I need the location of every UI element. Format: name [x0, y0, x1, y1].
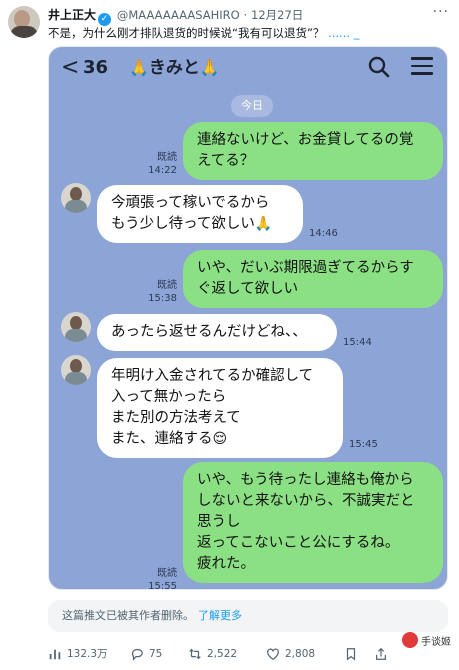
- more-horizontal-icon[interactable]: ···: [433, 4, 449, 20]
- search-icon: [368, 56, 390, 78]
- like-count: 2,808: [285, 648, 316, 660]
- share-icon: [376, 647, 386, 660]
- tweet-actions: 132.3万 75 2,522 2,808: [48, 644, 458, 664]
- deleted-text: 这篇推文已被其作者删除。: [62, 609, 194, 622]
- bookmark-icon: [346, 648, 356, 661]
- message-bubble-sent: いや、もう待ったし連絡も俺から しないと来ないから、不誠実だと 思うし 返ってこ…: [183, 462, 443, 583]
- message-time: 15:45: [349, 439, 378, 450]
- message-time: 15:55: [148, 581, 177, 590]
- back-chevron-icon: <: [61, 55, 80, 80]
- friend-avatar: [61, 312, 91, 342]
- retweet-count: 2,522: [207, 648, 238, 660]
- reply-icon: [131, 649, 143, 661]
- pray-emoji-icon: 🙏: [254, 216, 273, 232]
- chat-title: 🙏きみと🙏: [129, 55, 220, 81]
- bookmark-button[interactable]: [344, 644, 358, 664]
- message-bubble-sent: いや、だいぶ期限過ぎてるからす ぐ返して欲しい: [183, 250, 443, 308]
- learn-more-link[interactable]: 了解更多: [198, 609, 242, 622]
- avatar-body: [10, 26, 38, 38]
- read-status: 既読: [157, 568, 177, 579]
- author-name[interactable]: 井上正大: [48, 8, 96, 22]
- line-header-bar: < 36 🙏きみと🙏: [49, 47, 447, 89]
- message-time: 14:22: [148, 165, 177, 176]
- attached-image-line-chat[interactable]: < 36 🙏きみと🙏 今日 既読 14:22 連絡ないけど、お金貸してるの覚 え…: [48, 46, 448, 590]
- message-meta: 既読 15:38: [137, 279, 177, 305]
- friend-avatar: [61, 183, 91, 213]
- message-bubble-received: 年明け入金されてるか確認して 入って無かったら また別の方法考えて また、連絡す…: [97, 358, 343, 458]
- message-bubble-sent: 連絡ないけど、お金貸してるの覚 えてる？: [183, 122, 443, 180]
- message-time: 14:46: [309, 228, 338, 239]
- pray-emoji-icon: 🙏: [129, 58, 149, 77]
- tweet-date[interactable]: 12月27日: [251, 8, 303, 22]
- read-status: 既読: [157, 280, 177, 291]
- message-bubble-received: あったら返せるんだけどね、、: [97, 314, 337, 351]
- chat-title-text: きみと: [148, 58, 200, 78]
- tweet-header: 井上正大 ✓ @MAAAAAAASAHIRO · 12月27日: [48, 6, 449, 26]
- reply-count: 75: [149, 648, 163, 660]
- views-count: 132.3万: [67, 648, 108, 660]
- share-button[interactable]: [374, 644, 388, 664]
- pray-emoji-icon: 🙏: [199, 58, 220, 77]
- author-avatar[interactable]: [8, 6, 40, 38]
- deleted-tweet-notice: 这篇推文已被其作者删除。 了解更多: [48, 600, 448, 632]
- day-separator: 今日: [231, 95, 273, 117]
- message-time: 15:38: [148, 293, 177, 304]
- read-status: 既読: [157, 152, 177, 163]
- relieved-emoji-icon: 😌: [212, 431, 228, 447]
- views-button[interactable]: 132.3万: [48, 644, 108, 664]
- reply-button[interactable]: 75: [130, 644, 162, 664]
- message-time: 15:44: [343, 337, 372, 348]
- separator-dot: ·: [243, 8, 248, 22]
- show-more-link[interactable]: ...... _: [328, 26, 359, 40]
- author-handle[interactable]: @MAAAAAAASAHIRO: [117, 8, 240, 22]
- message-text: 今頑張って稼いでるから もう少し待って欲しい: [111, 195, 270, 232]
- views-chart-icon: [49, 649, 61, 660]
- message-bubble-received: 今頑張って稼いでるから もう少し待って欲しい🙏: [97, 185, 303, 243]
- tweet-body: 不是，为什么刚才排队退货的时候说“我有可以退货”？: [48, 26, 325, 40]
- retweet-icon: [189, 648, 201, 660]
- unread-count: 36: [83, 57, 109, 78]
- heart-icon: [267, 648, 279, 660]
- message-meta: 既読 15:55: [137, 567, 177, 590]
- like-button[interactable]: 2,808: [266, 644, 315, 664]
- retweet-button[interactable]: 2,522: [188, 644, 237, 664]
- menu-icon: [411, 57, 433, 75]
- message-meta: 既読 14:22: [137, 151, 177, 177]
- tweet-text: 不是，为什么刚才排队退货的时候说“我有可以退货”？ ...... _: [48, 25, 449, 41]
- friend-avatar: [61, 355, 91, 385]
